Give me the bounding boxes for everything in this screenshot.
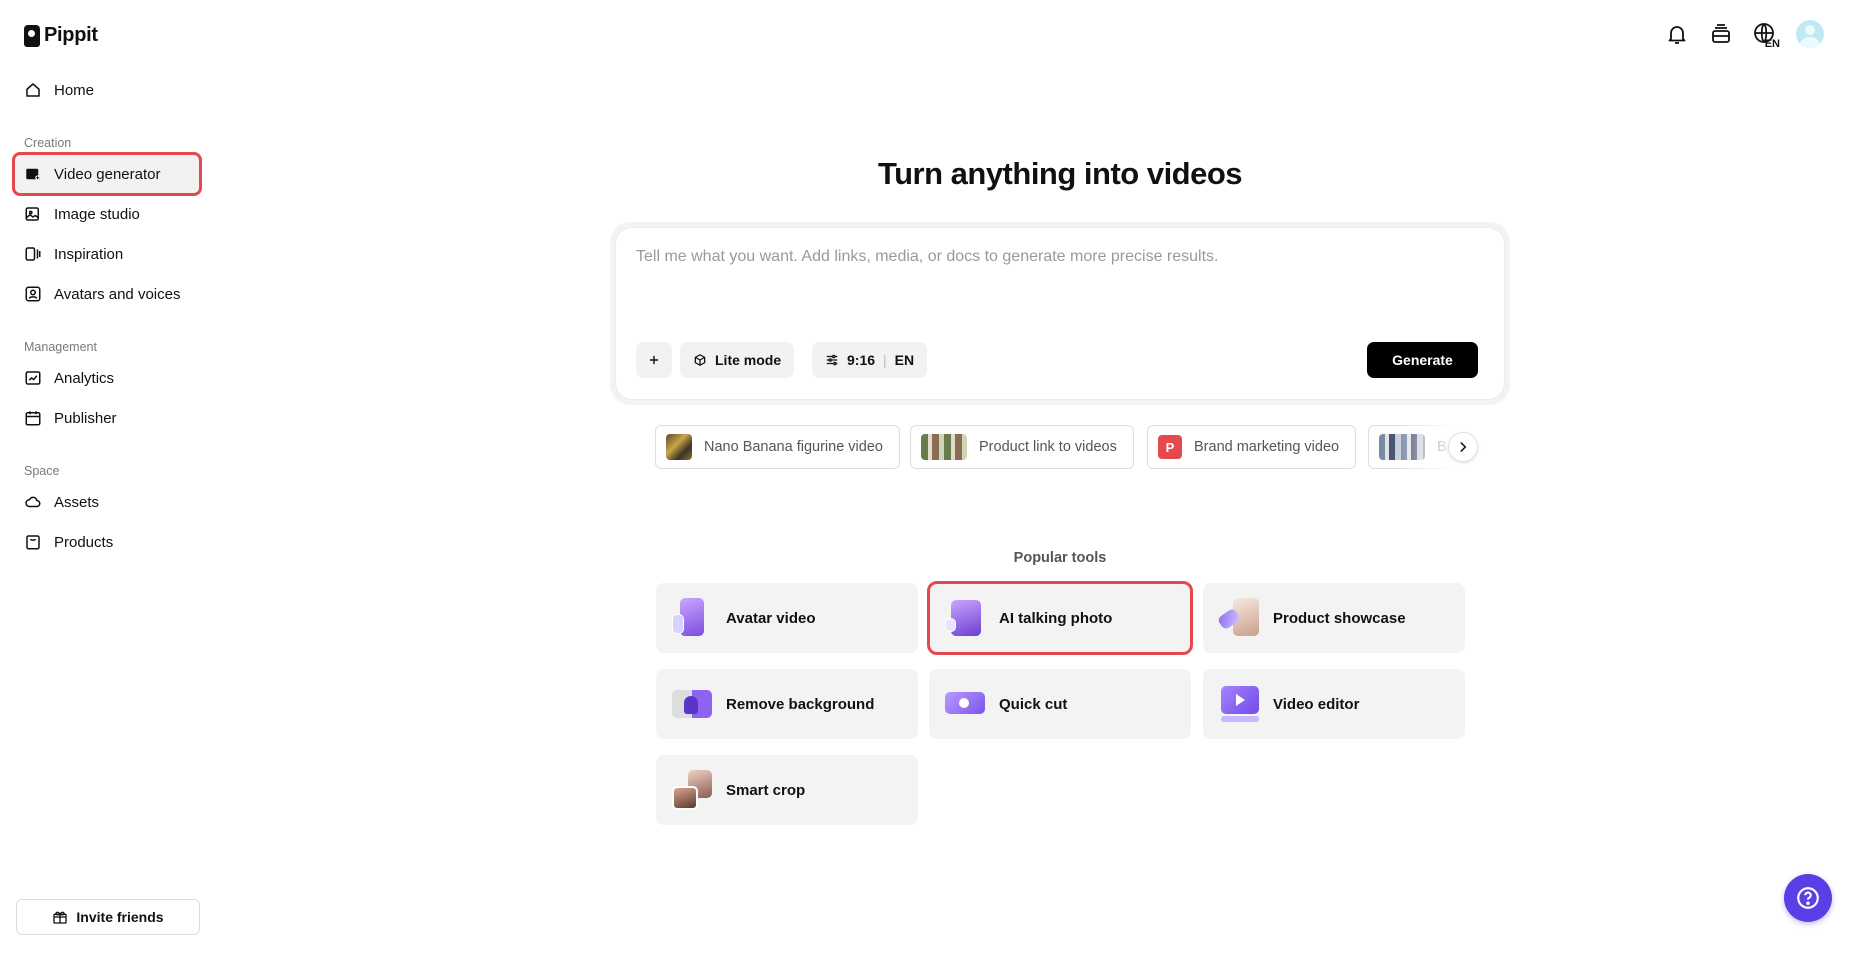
tool-label: Video editor <box>1273 695 1360 713</box>
product-showcase-icon <box>1216 596 1261 640</box>
add-attachment-button[interactable] <box>636 342 672 378</box>
settings-selector[interactable]: 9:16 | EN <box>812 342 928 378</box>
sidebar-item-home[interactable]: Home <box>14 70 200 110</box>
tool-ai-talking-photo[interactable]: AI talking photo <box>927 581 1193 655</box>
tool-label: Avatar video <box>726 609 816 627</box>
language-code: EN <box>1764 38 1780 50</box>
app-name: Pippit <box>44 24 98 46</box>
home-icon <box>26 83 40 97</box>
help-button[interactable] <box>1784 874 1832 922</box>
remove-background-icon <box>670 682 714 726</box>
invite-friends-label: Invite friends <box>76 909 164 925</box>
tool-label: Smart crop <box>726 781 806 799</box>
products-icon <box>26 535 40 550</box>
sidebar-item-label: Avatars and voices <box>54 285 181 303</box>
sidebar-item-image-studio[interactable]: Image studio <box>14 194 200 234</box>
sidebar-item-products[interactable]: Products <box>14 522 200 562</box>
tool-video-editor[interactable]: Video editor <box>1203 669 1465 739</box>
sidebar-item-label: Publisher <box>54 409 117 427</box>
sidebar-item-label: Image studio <box>54 205 140 223</box>
sidebar-item-label: Products <box>54 533 114 551</box>
mode-selector[interactable]: Lite mode <box>680 342 795 378</box>
invite-friends-button[interactable]: Invite friends <box>16 899 200 935</box>
gift-icon <box>53 911 68 924</box>
template-thumbnail <box>921 434 967 460</box>
cube-icon <box>694 354 706 366</box>
chevron-right-icon <box>1460 442 1467 452</box>
sidebar-item-video-generator[interactable]: Video generator <box>12 152 202 196</box>
sliders-icon <box>826 354 838 366</box>
smart-crop-icon <box>670 768 714 812</box>
section-creation: Creation <box>24 136 72 150</box>
output-language-label: EN <box>894 352 915 368</box>
tool-quick-cut[interactable]: Quick cut <box>929 669 1191 739</box>
sidebar-item-label: Home <box>54 81 95 99</box>
popular-tools-title: Popular tools <box>1013 550 1107 566</box>
sidebar-item-inspiration[interactable]: Inspiration <box>14 234 200 274</box>
cloud-icon <box>25 496 41 508</box>
sidebar: Pippit Home Creation Video generator Ima… <box>0 0 210 962</box>
quick-cut-icon <box>943 682 987 726</box>
tool-label: Quick cut <box>999 695 1068 713</box>
template-chip[interactable]: Nano Banana figurine video <box>655 425 900 469</box>
video-generator-icon <box>26 168 40 180</box>
top-actions: EN <box>1664 20 1824 50</box>
analytics-icon <box>25 371 41 385</box>
hero: Turn anything into videos <box>610 156 1510 192</box>
page-title: Turn anything into videos <box>877 156 1243 191</box>
sidebar-nav: Home Creation Video generator Image stud… <box>12 70 202 562</box>
separator: | <box>883 352 887 368</box>
chips-next-button[interactable] <box>1448 432 1478 462</box>
sidebar-item-label: Assets <box>54 493 100 511</box>
app-logo[interactable]: Pippit <box>24 24 98 47</box>
sidebar-item-assets[interactable]: Assets <box>14 482 200 522</box>
tool-label: AI talking photo <box>999 609 1113 627</box>
avatar-icon <box>25 286 41 302</box>
video-editor-icon <box>1217 682 1261 726</box>
sidebar-item-avatars-and-voices[interactable]: Avatars and voices <box>14 274 200 314</box>
tool-smart-crop[interactable]: Smart crop <box>656 755 918 825</box>
help-icon <box>1797 887 1819 909</box>
sidebar-item-label: Video generator <box>54 165 161 183</box>
prompt-box: Lite mode 9:16 | EN Generate <box>616 228 1504 399</box>
section-management: Management <box>24 340 97 354</box>
generate-button[interactable]: Generate <box>1367 342 1478 378</box>
tool-label: Product showcase <box>1273 609 1406 627</box>
tool-remove-background[interactable]: Remove background <box>656 669 918 739</box>
prompt-input[interactable] <box>636 248 1476 308</box>
ratio-label: 9:16 <box>847 352 876 368</box>
template-label: Brand marketing video <box>1194 439 1340 455</box>
template-thumbnail <box>666 434 692 460</box>
template-thumbnail: P <box>1158 435 1182 459</box>
sidebar-item-analytics[interactable]: Analytics <box>14 358 200 398</box>
sidebar-item-label: Analytics <box>54 369 115 387</box>
tool-label: Remove background <box>726 695 875 713</box>
notifications-button[interactable] <box>1664 21 1690 47</box>
prompt-panel: Lite mode 9:16 | EN Generate <box>610 222 1510 405</box>
subscription-button[interactable] <box>1708 21 1734 47</box>
bell-icon <box>1668 26 1686 44</box>
sidebar-item-label: Inspiration <box>54 245 124 263</box>
stack-icon <box>1712 24 1730 43</box>
image-icon <box>25 207 39 221</box>
template-chip[interactable]: Product link to videos <box>910 425 1134 469</box>
plus-icon <box>649 355 659 365</box>
template-chips: Nano Banana figurine video Product link … <box>655 424 1485 470</box>
tool-avatar-video[interactable]: Avatar video <box>656 583 918 653</box>
template-label: Nano Banana figurine video <box>704 439 883 455</box>
tool-product-showcase[interactable]: Product showcase <box>1203 583 1465 653</box>
pippit-logo-icon <box>24 24 40 47</box>
sidebar-item-publisher[interactable]: Publisher <box>14 398 200 438</box>
language-button[interactable]: EN <box>1752 21 1780 50</box>
template-chip[interactable]: P Brand marketing video <box>1147 425 1357 469</box>
avatar-video-icon <box>670 596 714 640</box>
mode-label: Lite mode <box>715 352 782 368</box>
template-label: Product link to videos <box>979 439 1117 455</box>
talking-photo-icon <box>943 596 987 640</box>
user-avatar[interactable] <box>1796 20 1824 48</box>
inspiration-icon <box>25 247 41 261</box>
calendar-icon <box>25 411 41 426</box>
section-space: Space <box>24 464 60 478</box>
